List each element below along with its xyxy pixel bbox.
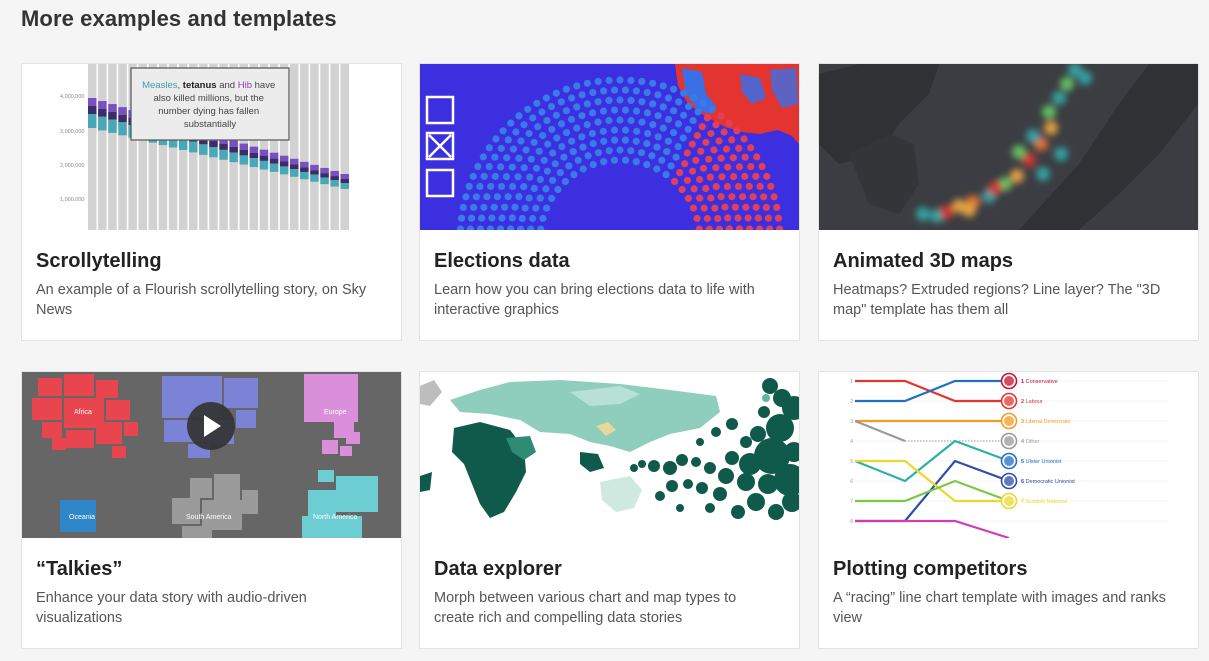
card-description: Enhance your data story with audio-drive… (36, 590, 307, 626)
competitor-label: 6 Democratic Unionist (1021, 479, 1075, 485)
region-label: South America (186, 514, 232, 521)
svg-text:5: 5 (850, 459, 853, 465)
svg-text:7: 7 (850, 499, 853, 505)
competitor-label: 1 Conservative (1021, 379, 1058, 385)
card-description: A “racing” line chart template with imag… (833, 590, 1166, 626)
card-data-explorer[interactable]: Data explorer Morph between various char… (419, 371, 800, 649)
competitor-label: 7 Scottish National (1021, 499, 1067, 505)
axis-label: 3,000,000 (60, 129, 84, 135)
svg-text:8: 8 (850, 519, 853, 525)
card-description: An example of a Flourish scrollytelling … (36, 282, 367, 318)
axis-label: 1,000,000 (60, 197, 84, 203)
card-description: Morph between various chart and map type… (434, 590, 737, 626)
card-plotting-competitors[interactable]: 1 2 3 4 5 6 7 8 1 Conservative 2 Labour 3 Liber… (818, 371, 1199, 649)
region-label: Africa (74, 409, 92, 416)
racing-line-chart-image: 1 2 3 4 5 6 7 8 1 Conservative 2 Labour 3 Liber… (819, 372, 1198, 538)
region-label: North America (313, 514, 357, 521)
competitor-label: 4 Other (1021, 439, 1040, 445)
card-talkies[interactable]: Africa Europe South America Oceania Nort… (21, 371, 402, 649)
card-scrollytelling[interactable]: 4,000,000 3,000,000 2,000,000 1,000,000 … (21, 63, 402, 341)
elections-thumbnail (420, 64, 799, 230)
svg-text:3: 3 (850, 419, 853, 425)
section-title: More examples and templates (21, 6, 337, 31)
elections-image (420, 64, 799, 230)
axis-label: 2,000,000 (60, 163, 84, 169)
svg-text:1: 1 (850, 379, 853, 385)
region-label: Europe (324, 409, 347, 416)
3d-maps-thumbnail (819, 64, 1198, 230)
svg-text:2: 2 (850, 399, 853, 405)
competitor-label: 3 Liberal Democrats (1021, 419, 1070, 425)
card-animated-3d-maps[interactable]: Animated 3D maps Heatmaps? Extruded regi… (818, 63, 1199, 341)
heatmap-image (819, 64, 1198, 230)
plotting-competitors-thumbnail: 1 2 3 4 5 6 7 8 1 Conservative 2 Labour 3 Liber… (819, 372, 1198, 538)
talkies-image: Africa Europe South America Oceania Nort… (22, 372, 401, 538)
card-elections-data[interactable]: Elections data Learn how you can bring e… (419, 63, 800, 341)
axis-label: 4,000,000 (60, 94, 84, 100)
card-title[interactable]: Scrollytelling (36, 250, 162, 273)
scrollytelling-chart-image: 4,000,000 3,000,000 2,000,000 1,000,000 … (22, 64, 401, 230)
card-description: Heatmaps? Extruded regions? Line layer? … (833, 282, 1161, 318)
card-description: Learn how you can bring elections data t… (434, 282, 755, 318)
data-explorer-image (420, 372, 799, 538)
tooltip: Measles, tetanus and Hib have also kille… (130, 67, 290, 141)
card-title[interactable]: Plotting competitors (833, 558, 1027, 581)
talkies-thumbnail: Africa Europe South America Oceania Nort… (22, 372, 401, 538)
data-explorer-thumbnail (420, 372, 799, 538)
region-label: Oceania (69, 514, 95, 521)
scrollytelling-thumbnail: 4,000,000 3,000,000 2,000,000 1,000,000 … (22, 64, 401, 230)
card-title[interactable]: Elections data (434, 250, 570, 273)
card-title[interactable]: Animated 3D maps (833, 250, 1013, 273)
svg-text:6: 6 (850, 479, 853, 485)
card-title[interactable]: “Talkies” (36, 558, 122, 581)
competitor-label: 2 Labour (1021, 399, 1043, 405)
competitor-label: 5 Ulster Unionist (1021, 459, 1062, 465)
svg-text:4: 4 (850, 439, 853, 445)
play-button[interactable] (187, 402, 235, 450)
card-title[interactable]: Data explorer (434, 558, 562, 581)
